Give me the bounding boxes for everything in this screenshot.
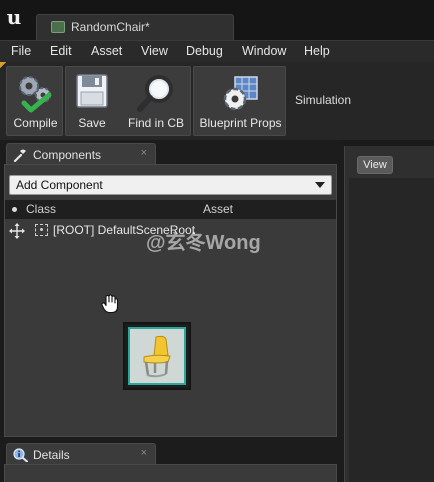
menu-bar: File Edit Asset View Debug Window Help [0, 40, 434, 62]
column-asset[interactable]: Asset [203, 202, 233, 216]
menu-view[interactable]: View [141, 44, 168, 58]
close-icon[interactable]: × [141, 147, 147, 159]
add-component-dropdown[interactable]: Add Component [9, 175, 332, 195]
hand-cursor-icon [101, 294, 119, 314]
magnifier-icon [137, 75, 173, 112]
menu-asset[interactable]: Asset [91, 44, 122, 58]
find-in-cb-button[interactable]: Find in CB [120, 67, 192, 137]
tab-details[interactable]: Details × [6, 443, 156, 465]
toolbar: Compile Save Find in CB Blueprint Props … [0, 62, 434, 140]
simulation-label[interactable]: Simulation [295, 93, 351, 107]
menu-debug[interactable]: Debug [186, 44, 223, 58]
find-in-cb-label: Find in CB [127, 116, 185, 130]
viewport-panel: View [344, 146, 434, 482]
blueprint-props-button[interactable]: Blueprint Props [194, 67, 287, 137]
left-panel-area: Components × Add Component Class Asset [… [0, 140, 343, 482]
viewport-area[interactable] [349, 178, 434, 482]
gear-check-icon [18, 76, 51, 113]
details-tab-label: Details [33, 448, 70, 462]
compile-button[interactable]: Compile [7, 67, 64, 137]
header-dot-icon [12, 207, 17, 212]
components-panel: Add Component Class Asset [ROOT] Default… [4, 164, 337, 437]
save-button[interactable]: Save [66, 67, 118, 137]
details-panel [4, 464, 337, 482]
gear-grid-icon [223, 76, 258, 111]
close-icon[interactable]: × [141, 447, 147, 459]
component-list-header: Class Asset [5, 200, 336, 219]
title-bar: u RandomChair* [0, 0, 434, 40]
blueprint-asset-icon [51, 21, 65, 33]
view-button[interactable]: View [357, 156, 393, 174]
asset-thumbnail[interactable] [123, 322, 191, 390]
chevron-down-icon [315, 182, 325, 188]
tab-components[interactable]: Components × [6, 143, 156, 165]
floppy-disk-icon [76, 74, 108, 108]
menu-window[interactable]: Window [242, 44, 286, 58]
unreal-logo-icon: u [6, 5, 22, 29]
info-magnifier-icon [13, 448, 28, 462]
chair-icon [143, 335, 171, 378]
menu-edit[interactable]: Edit [50, 44, 72, 58]
column-class[interactable]: Class [26, 202, 56, 216]
menu-file[interactable]: File [11, 44, 31, 58]
blueprint-props-label: Blueprint Props [199, 116, 282, 130]
save-label: Save [78, 116, 106, 130]
wrench-icon [13, 149, 26, 162]
compile-label: Compile [13, 116, 58, 130]
chair-thumbnail [128, 327, 186, 385]
document-tab[interactable]: RandomChair* [36, 14, 234, 40]
move-arrows-icon [9, 223, 25, 239]
file-group: Save Find in CB [65, 66, 191, 136]
scene-root-icon [35, 224, 48, 236]
document-tab-label: RandomChair* [71, 20, 150, 34]
menu-help[interactable]: Help [304, 44, 330, 58]
components-tab-label: Components [33, 148, 102, 162]
watermark-text: @玄冬Wong [146, 232, 261, 254]
props-group: Blueprint Props [193, 66, 286, 136]
add-component-label: Add Component [16, 178, 103, 192]
compile-group: Compile [6, 66, 63, 136]
